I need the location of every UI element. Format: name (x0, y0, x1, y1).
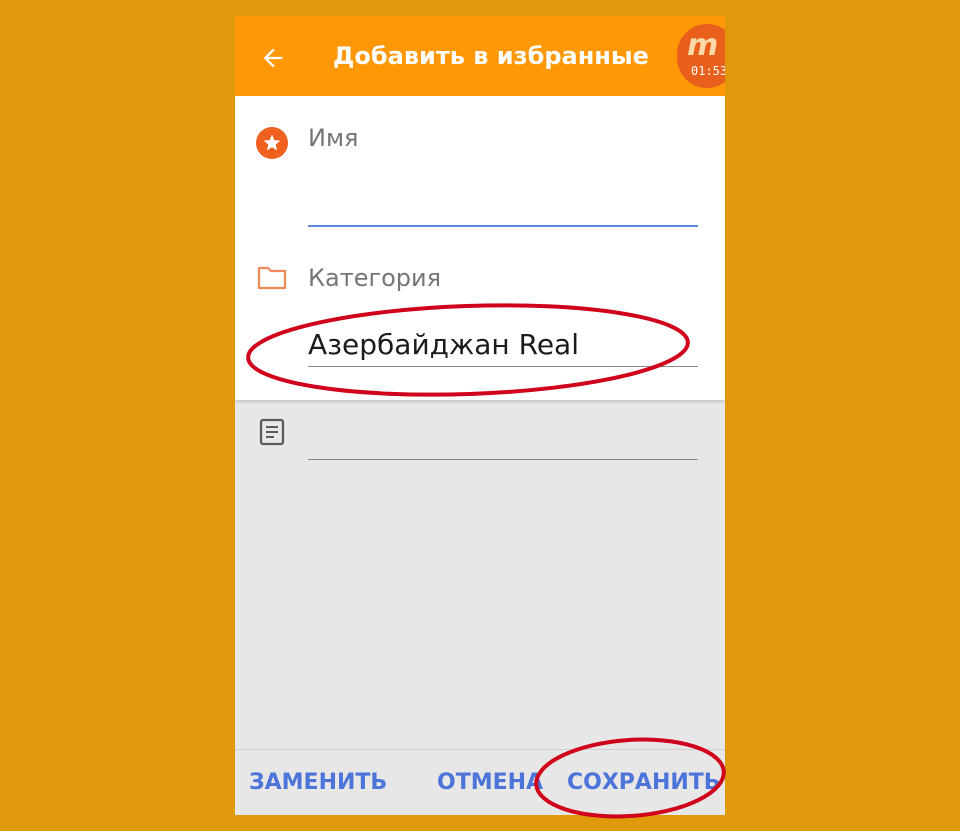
page-title: Добавить в избранные (333, 42, 649, 70)
recorder-logo: m (687, 28, 719, 63)
note-input[interactable] (308, 416, 698, 456)
name-input[interactable] (308, 186, 698, 226)
category-input[interactable]: Азербайджан Real (308, 328, 579, 361)
folder-icon (257, 266, 287, 290)
star-circle-icon (256, 127, 288, 159)
note-input-underline (308, 459, 698, 460)
screen-recorder-badge[interactable]: m 01:53 (677, 24, 725, 88)
name-label: Имя (308, 124, 359, 152)
recorder-timer: 01:53 (691, 64, 725, 78)
category-input-underline (308, 366, 698, 367)
favorite-form: Имя Категория Азербайджан Real (235, 96, 725, 400)
dialog-actions: ЗАМЕНИТЬ ОТМЕНА СОХРАНИТЬ (235, 749, 725, 815)
app-bar: Добавить в избранные m 01:53 (235, 16, 725, 96)
arrow-left-icon[interactable] (259, 44, 287, 72)
cancel-button[interactable]: ОТМЕНА (437, 770, 543, 795)
save-button[interactable]: СОХРАНИТЬ (567, 770, 721, 795)
category-label: Категория (308, 264, 442, 292)
note-icon (259, 418, 285, 446)
phone-screen: Добавить в избранные m 01:53 Имя Категор… (235, 16, 725, 815)
name-input-underline (308, 225, 698, 227)
replace-button[interactable]: ЗАМЕНИТЬ (249, 770, 387, 795)
